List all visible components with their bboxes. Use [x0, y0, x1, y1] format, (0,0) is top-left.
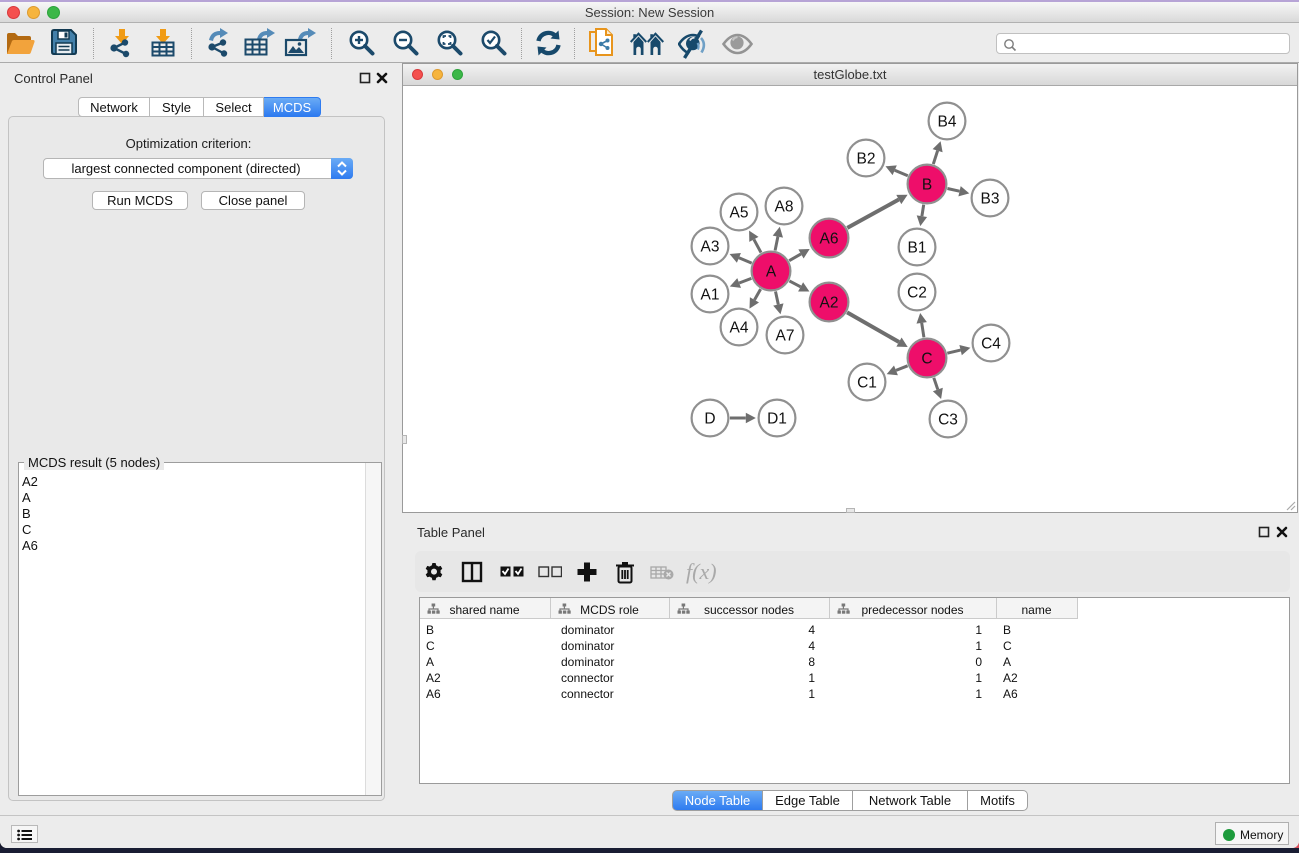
svg-text:C1: C1: [857, 374, 877, 391]
svg-text:B1: B1: [908, 239, 927, 256]
svg-text:A4: A4: [730, 319, 749, 336]
svg-text:D: D: [704, 410, 715, 427]
svg-text:A6: A6: [820, 230, 839, 247]
svg-text:B: B: [922, 176, 932, 193]
svg-text:A5: A5: [730, 204, 749, 221]
svg-text:A: A: [766, 263, 777, 280]
svg-text:A3: A3: [701, 238, 720, 255]
svg-text:C2: C2: [907, 284, 927, 301]
svg-text:A1: A1: [701, 286, 720, 303]
svg-text:C3: C3: [938, 411, 958, 428]
svg-text:D1: D1: [767, 410, 787, 427]
svg-text:B4: B4: [938, 113, 957, 130]
svg-text:C4: C4: [981, 335, 1001, 352]
svg-text:A8: A8: [775, 198, 794, 215]
svg-text:C: C: [921, 350, 932, 367]
svg-text:A2: A2: [820, 294, 839, 311]
svg-text:A7: A7: [776, 327, 795, 344]
svg-text:B2: B2: [857, 150, 876, 167]
svg-text:B3: B3: [981, 190, 1000, 207]
